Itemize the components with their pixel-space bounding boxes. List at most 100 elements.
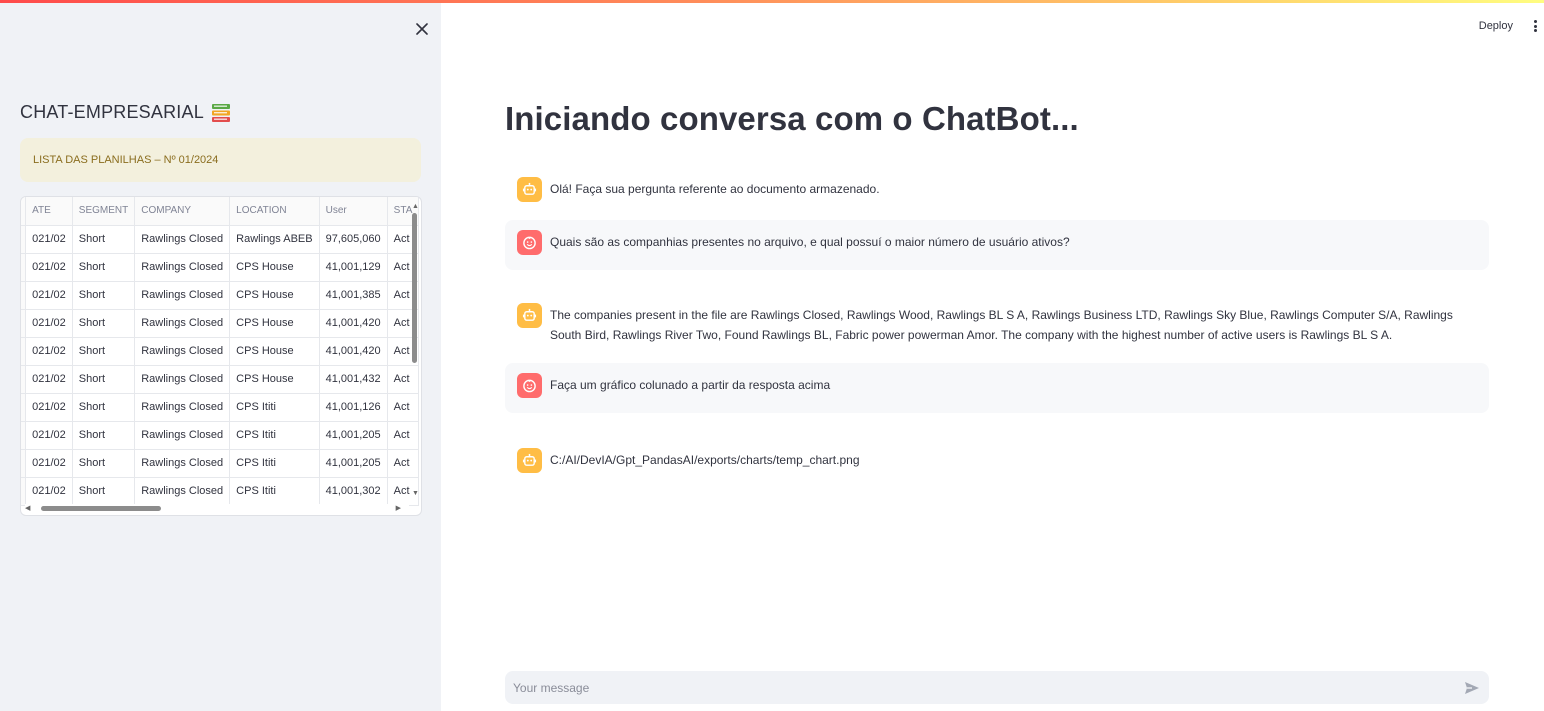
table-cell-location[interactable]: CPS House <box>229 281 320 310</box>
table-cell-company[interactable]: Rawlings Closed <box>134 477 231 506</box>
chat-message-user: Faça um gráfico colunado a partir da res… <box>505 363 1489 413</box>
column-header[interactable]: User <box>319 197 388 226</box>
table-cell-date[interactable]: 021/02 <box>25 449 73 478</box>
table-cell-date[interactable]: 021/02 <box>25 281 73 310</box>
table-cell-segment[interactable]: Short <box>72 281 136 310</box>
table-row[interactable]: 9021/02ShortRawlings ClosedCPS Ititi41,0… <box>21 477 420 506</box>
column-header[interactable]: LOCATION <box>229 197 320 226</box>
table-row[interactable]: 3021/02ShortRawlings ClosedCPS House41,0… <box>21 309 420 338</box>
table-cell-location[interactable]: CPS Ititi <box>229 393 320 422</box>
table-cell-date[interactable]: 021/02 <box>25 393 73 422</box>
table-cell-segment[interactable]: Short <box>72 225 136 254</box>
table-cell-user[interactable]: 41,001,205 <box>319 449 388 478</box>
scroll-down-arrow-icon[interactable]: ▼ <box>412 490 419 497</box>
chat-input-box[interactable] <box>505 671 1489 704</box>
table-cell-company[interactable]: Rawlings Closed <box>134 281 231 310</box>
table-cell-segment[interactable]: Short <box>72 365 136 394</box>
table-cell-location[interactable]: CPS House <box>229 309 320 338</box>
column-header[interactable]: SEGMENT <box>72 197 136 226</box>
close-sidebar-button[interactable] <box>412 19 432 39</box>
table-cell-date[interactable]: 021/02 <box>25 309 73 338</box>
message-text: Faça um gráfico colunado a partir da res… <box>550 378 831 392</box>
table-cell-user[interactable]: 41,001,126 <box>319 393 388 422</box>
table-cell-date[interactable]: 021/02 <box>25 421 73 450</box>
sidebar-title-text: CHAT-EMPRESARIAL <box>20 102 204 122</box>
table-cell-location[interactable]: CPS House <box>229 337 320 366</box>
table-cell-segment[interactable]: Short <box>72 477 136 506</box>
robot-icon <box>517 303 542 328</box>
table-cell-user[interactable]: 41,001,385 <box>319 281 388 310</box>
smile-face-icon <box>517 373 542 398</box>
vertical-scroll-thumb[interactable] <box>412 213 417 363</box>
horizontal-scroll-thumb[interactable] <box>41 506 161 511</box>
table-cell-date[interactable]: 021/02 <box>25 253 73 282</box>
table-cell-company[interactable]: Rawlings Closed <box>134 253 231 282</box>
books-icon <box>211 103 230 122</box>
table-cell-segment[interactable]: Short <box>72 309 136 338</box>
table-cell-company[interactable]: Rawlings Closed <box>134 225 231 254</box>
table-row[interactable]: 0021/02ShortRawlings ClosedRawlings ABEB… <box>21 225 420 254</box>
table-row[interactable]: 4021/02ShortRawlings ClosedCPS House41,0… <box>21 337 420 366</box>
column-header[interactable]: ATE <box>25 197 73 226</box>
table-row[interactable]: 2021/02ShortRawlings ClosedCPS House41,0… <box>21 281 420 310</box>
chat-message-assistant: C:/AI/DevIA/Gpt_PandasAI/exports/charts/… <box>505 438 1489 483</box>
table-cell-segment[interactable]: Short <box>72 393 136 422</box>
table-cell-date[interactable]: 021/02 <box>25 337 73 366</box>
table-cell-company[interactable]: Rawlings Closed <box>134 365 231 394</box>
dataframe-table[interactable]: ATE SEGMENT COMPANY LOCATION User STA 00… <box>20 196 422 516</box>
table-cell-location[interactable]: Rawlings ABEB <box>229 225 320 254</box>
table-cell-segment[interactable]: Short <box>72 253 136 282</box>
table-cell-user[interactable]: 41,001,302 <box>319 477 388 506</box>
table-cell-date[interactable]: 021/02 <box>25 477 73 506</box>
kebab-menu-icon[interactable] <box>1530 18 1540 34</box>
table-cell-company[interactable]: Rawlings Closed <box>134 393 231 422</box>
robot-icon <box>517 448 542 473</box>
deploy-button[interactable]: Deploy <box>1479 20 1513 32</box>
table-cell-user[interactable]: 97,605,060 <box>319 225 388 254</box>
scroll-right-arrow-icon[interactable]: ▶ <box>396 505 401 512</box>
column-header[interactable]: COMPANY <box>134 197 231 226</box>
page-title: Iniciando conversa com o ChatBot... <box>505 100 1079 137</box>
table-row[interactable]: 1021/02ShortRawlings ClosedCPS House41,0… <box>21 253 420 282</box>
message-text: C:/AI/DevIA/Gpt_PandasAI/exports/charts/… <box>550 453 860 467</box>
table-row[interactable]: 5021/02ShortRawlings ClosedCPS House41,0… <box>21 365 420 394</box>
robot-icon <box>517 177 542 202</box>
table-cell-location[interactable]: CPS Ititi <box>229 421 320 450</box>
table-cell-location[interactable]: CPS Ititi <box>229 449 320 478</box>
chat-input[interactable] <box>513 680 1433 695</box>
message-text: The companies present in the file are Ra… <box>550 308 1453 342</box>
table-cell-user[interactable]: 41,001,432 <box>319 365 388 394</box>
table-cell-company[interactable]: Rawlings Closed <box>134 449 231 478</box>
data-table: ATE SEGMENT COMPANY LOCATION User STA 00… <box>21 197 420 506</box>
message-text: Olá! Faça sua pergunta referente ao docu… <box>550 182 880 196</box>
table-cell-location[interactable]: CPS Ititi <box>229 477 320 506</box>
table-cell-date[interactable]: 021/02 <box>25 225 73 254</box>
table-cell-segment[interactable]: Short <box>72 337 136 366</box>
horizontal-scrollbar[interactable]: ◀ ▶ <box>25 504 409 513</box>
table-cell-user[interactable]: 41,001,129 <box>319 253 388 282</box>
table-row[interactable]: 8021/02ShortRawlings ClosedCPS Ititi41,0… <box>21 449 420 478</box>
info-alert: LISTA DAS PLANILHAS – Nº 01/2024 <box>20 138 421 182</box>
table-cell-location[interactable]: CPS House <box>229 365 320 394</box>
table-header-row: ATE SEGMENT COMPANY LOCATION User STA <box>21 197 420 226</box>
table-cell-user[interactable]: 41,001,205 <box>319 421 388 450</box>
info-alert-text: LISTA DAS PLANILHAS – Nº 01/2024 <box>33 154 219 166</box>
table-cell-company[interactable]: Rawlings Closed <box>134 309 231 338</box>
scroll-left-arrow-icon[interactable]: ◀ <box>25 505 30 512</box>
table-cell-user[interactable]: 41,001,420 <box>319 309 388 338</box>
scroll-up-arrow-icon[interactable]: ▲ <box>412 203 419 210</box>
table-cell-segment[interactable]: Short <box>72 449 136 478</box>
table-row[interactable]: 6021/02ShortRawlings ClosedCPS Ititi41,0… <box>21 393 420 422</box>
table-cell-segment[interactable]: Short <box>72 421 136 450</box>
table-cell-date[interactable]: 021/02 <box>25 365 73 394</box>
table-cell-location[interactable]: CPS House <box>229 253 320 282</box>
table-row[interactable]: 7021/02ShortRawlings ClosedCPS Ititi41,0… <box>21 421 420 450</box>
chat-message-user: Quais são as companhias presentes no arq… <box>505 220 1489 270</box>
table-cell-user[interactable]: 41,001,420 <box>319 337 388 366</box>
table-cell-company[interactable]: Rawlings Closed <box>134 337 231 366</box>
vertical-scrollbar[interactable]: ▲ ▼ <box>411 203 419 497</box>
close-icon <box>416 23 428 35</box>
table-cell-company[interactable]: Rawlings Closed <box>134 421 231 450</box>
send-icon[interactable] <box>1463 679 1481 697</box>
main-area: Deploy Iniciando conversa com o ChatBot.… <box>441 0 1544 711</box>
